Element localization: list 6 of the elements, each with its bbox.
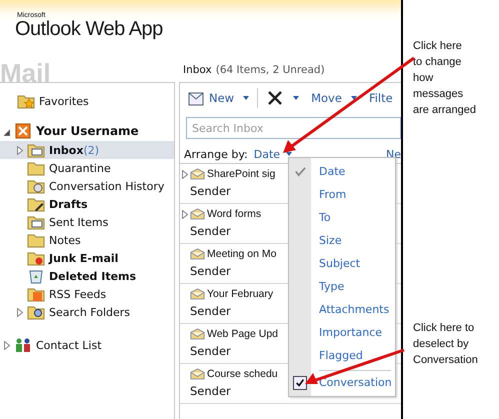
logo-product: Outlook Web App — [15, 19, 164, 39]
item-count: (64 Items, 2 Unread) — [216, 64, 325, 76]
annotation-text: Click here to deselect by Conversation — [413, 321, 478, 368]
annotation-text: Click here to change how messages are arranged — [413, 39, 476, 118]
folder-title: Inbox — [183, 64, 212, 76]
arrange-label: Arrange by: — [184, 148, 248, 160]
